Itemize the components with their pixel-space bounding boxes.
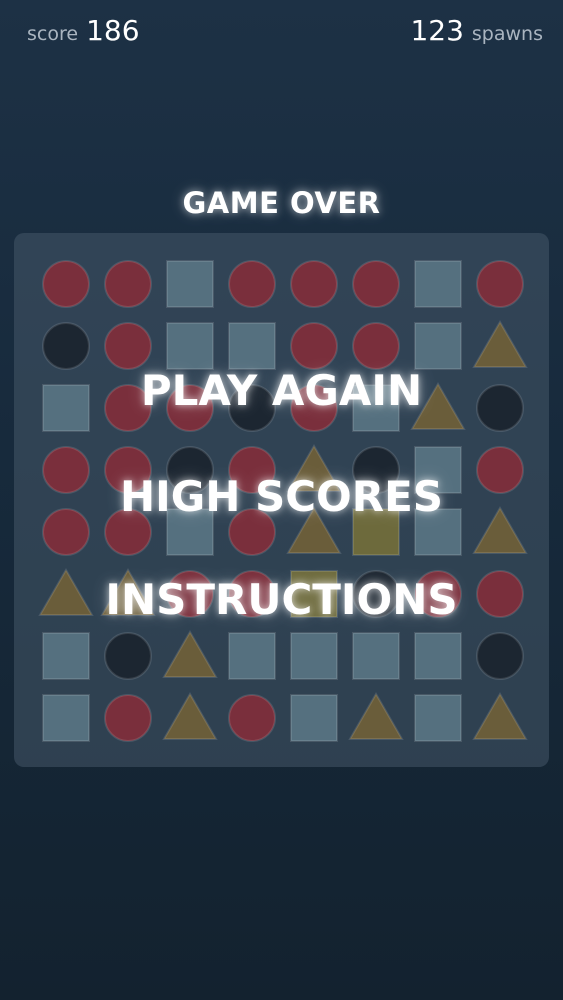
square-tile: [414, 260, 462, 308]
square-tile: [228, 322, 276, 370]
triangle-tile: [348, 692, 404, 740]
high-scores-button[interactable]: HIGH SCORES: [0, 472, 563, 522]
square-tile: [414, 322, 462, 370]
game-over-title: GAME OVER: [182, 186, 381, 220]
square-tile: [290, 694, 338, 742]
play-again-button[interactable]: PLAY AGAIN: [0, 366, 563, 416]
score-label: score: [27, 23, 79, 45]
circle-tile: [42, 322, 90, 370]
triangle-tile: [162, 692, 218, 740]
square-tile: [414, 632, 462, 680]
score-value: 186: [86, 14, 140, 47]
circle-tile: [290, 322, 338, 370]
circle-tile: [228, 260, 276, 308]
spawns-label: spawns: [471, 23, 543, 45]
square-tile: [228, 632, 276, 680]
circle-tile: [104, 322, 152, 370]
square-tile: [166, 322, 214, 370]
circle-tile: [42, 260, 90, 308]
square-tile: [414, 694, 462, 742]
square-tile: [166, 260, 214, 308]
circle-tile: [476, 260, 524, 308]
score-display: score 186: [27, 14, 140, 54]
spawns-display: 123 spawns: [410, 14, 543, 54]
triangle-tile: [162, 630, 218, 678]
circle-tile: [352, 322, 400, 370]
square-tile: [352, 632, 400, 680]
circle-tile: [104, 632, 152, 680]
circle-tile: [352, 260, 400, 308]
instructions-button[interactable]: INSTRUCTIONS: [0, 575, 563, 625]
circle-tile: [476, 632, 524, 680]
square-tile: [42, 694, 90, 742]
square-tile: [42, 632, 90, 680]
triangle-tile: [472, 320, 528, 368]
triangle-tile: [472, 692, 528, 740]
circle-tile: [290, 260, 338, 308]
square-tile: [290, 632, 338, 680]
spawns-value: 123: [410, 14, 464, 47]
circle-tile: [228, 694, 276, 742]
circle-tile: [104, 260, 152, 308]
circle-tile: [104, 694, 152, 742]
